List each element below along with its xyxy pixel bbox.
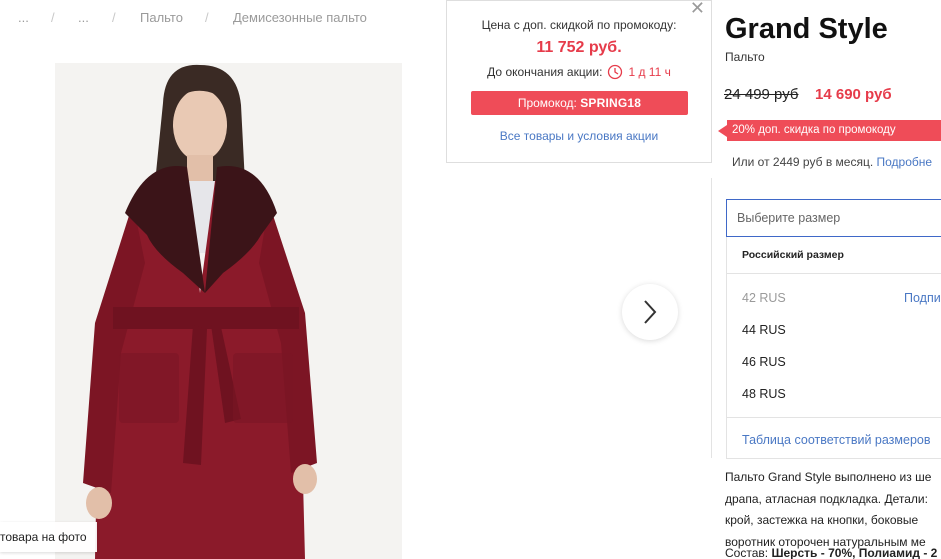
notify-link[interactable]: Подпи <box>904 291 941 305</box>
discount-badge: 20% доп. скидка по промокоду <box>727 120 941 141</box>
breadcrumb-separator: / <box>205 10 209 25</box>
promo-popover: ✕ Цена с доп. скидкой по промокоду: 11 7… <box>446 0 712 163</box>
next-photo-button[interactable] <box>622 284 678 340</box>
chevron-right-icon <box>644 300 657 324</box>
product-description: Пальто Grand Style выполнено из ше драпа… <box>725 467 931 553</box>
breadcrumb-item[interactable]: ... <box>78 10 89 25</box>
size-option-46[interactable]: 46 RUS <box>742 355 786 369</box>
promo-price-label: Цена с доп. скидкой по промокоду: <box>481 18 677 32</box>
current-price: 14 690 руб <box>815 86 892 103</box>
breadcrumb-item-coats[interactable]: Пальто <box>140 10 183 25</box>
clock-icon <box>608 64 623 80</box>
badge-notch <box>718 125 727 137</box>
promo-code-button[interactable]: Промокод: SPRING18 <box>471 91 688 115</box>
brand-title[interactable]: Grand Style <box>725 13 888 46</box>
size-dropdown: Российский размер 42 RUS Подпи 44 RUS 46… <box>726 237 941 459</box>
product-category: Пальто <box>725 50 765 64</box>
promo-code-prefix: Промокод: <box>517 96 577 110</box>
breadcrumb-separator: / <box>51 10 55 25</box>
size-select[interactable]: Выберите размер <box>726 199 941 237</box>
installment-text: Или от 2449 руб в месяц. <box>732 155 874 169</box>
promo-timer: До окончания акции: 1 д 11 ч <box>447 64 711 80</box>
promo-code: SPRING18 <box>580 96 642 110</box>
size-table-link[interactable]: Таблица соответствий размеров <box>742 433 931 447</box>
composition-value: Шерсть - 70%, Полиамид - 2 <box>771 546 938 559</box>
promo-price: 11 752 руб. <box>536 39 622 56</box>
installment-link[interactable]: Подробне <box>877 155 933 169</box>
description-line: драпа, атласная подкладка. Детали: <box>725 491 928 506</box>
product-photo[interactable] <box>55 63 402 559</box>
installment-info: Или от 2449 руб в месяц. Подробне <box>732 155 932 169</box>
promo-terms-link[interactable]: Все товары и условия акции <box>447 129 711 143</box>
coat-model-image <box>83 64 317 559</box>
old-price: 24 499 руб <box>724 86 799 103</box>
size-option-42[interactable]: 42 RUS <box>742 291 786 305</box>
divider <box>727 417 941 418</box>
breadcrumb-item[interactable]: ... <box>18 10 29 25</box>
size-option-44[interactable]: 44 RUS <box>742 323 786 337</box>
timer-value: 1 д 11 ч <box>628 65 671 79</box>
size-option-48[interactable]: 48 RUS <box>742 387 786 401</box>
composition-label: Состав: <box>725 546 769 559</box>
column-divider <box>711 178 712 458</box>
composition: Состав: Шерсть - 70%, Полиамид - 2 <box>725 546 937 559</box>
description-line: Пальто Grand Style выполнено из ше <box>725 470 932 484</box>
size-system-header: Российский размер <box>742 249 844 261</box>
description-line: крой, застежка на кнопки, боковые <box>725 513 919 527</box>
divider <box>727 273 941 274</box>
timer-label: До окончания акции: <box>487 65 603 79</box>
breadcrumb-separator: / <box>112 10 116 25</box>
breadcrumb-item-demiseason[interactable]: Демисезонные пальто <box>233 10 367 25</box>
photo-size-hint[interactable]: товара на фото <box>0 522 97 552</box>
close-icon[interactable]: ✕ <box>690 0 705 17</box>
